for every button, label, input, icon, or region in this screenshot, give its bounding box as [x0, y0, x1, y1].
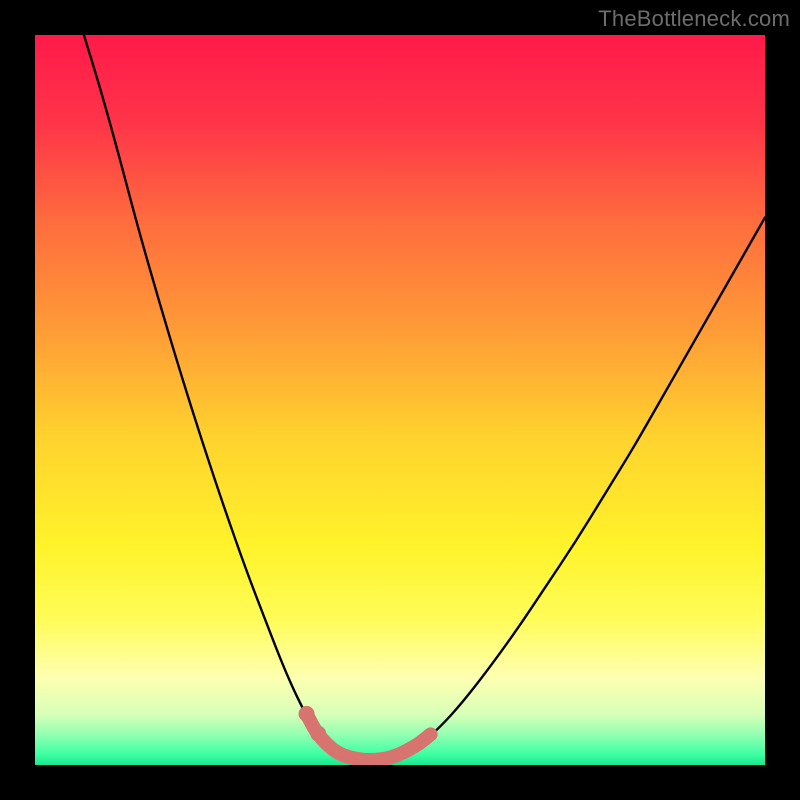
- highlight-dot: [299, 706, 315, 722]
- plot-background: [35, 35, 765, 765]
- watermark-text: TheBottleneck.com: [598, 6, 790, 32]
- bottleneck-plot: [35, 35, 765, 765]
- highlight-dot: [310, 726, 326, 742]
- chart-frame: TheBottleneck.com: [0, 0, 800, 800]
